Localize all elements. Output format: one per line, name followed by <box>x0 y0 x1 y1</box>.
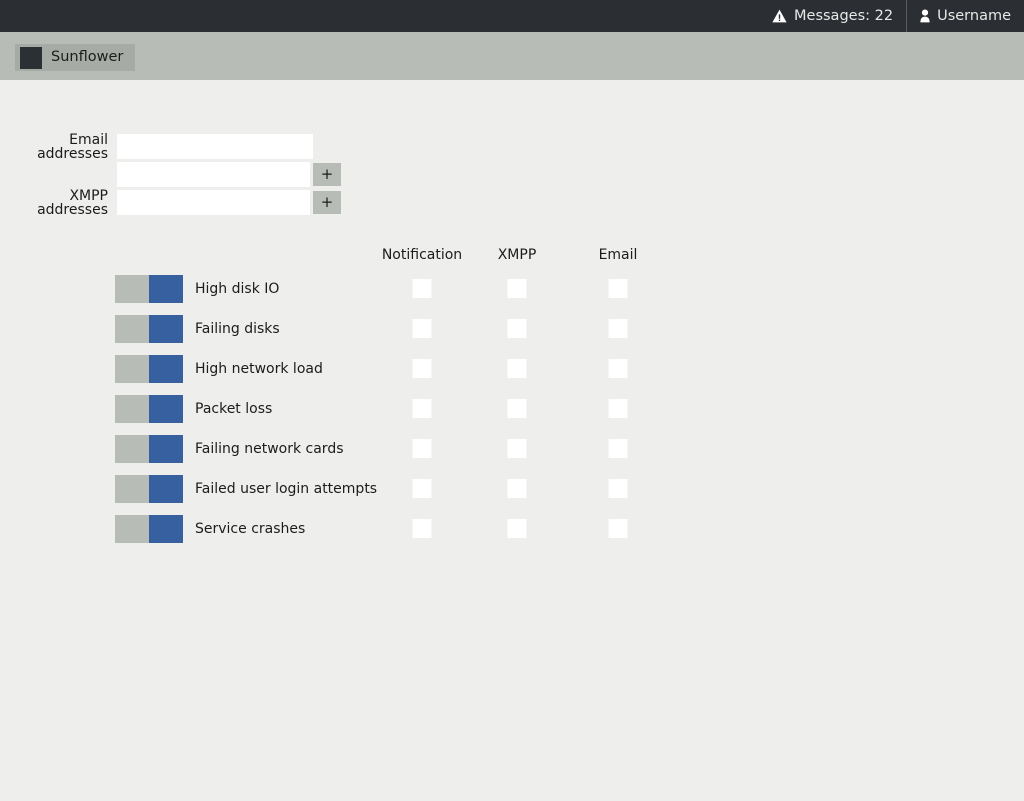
messages-indicator[interactable]: Messages: 22 <box>759 0 906 32</box>
checkbox-xmpp[interactable] <box>508 439 527 458</box>
form-row: + <box>0 161 341 188</box>
username-label: Username <box>937 9 1011 24</box>
checkbox-notification[interactable] <box>413 279 432 298</box>
column-header-notification: Notification <box>382 248 462 262</box>
alert-enable-toggle[interactable] <box>115 515 183 543</box>
alert-row-label: High network load <box>195 362 323 376</box>
add-address-button[interactable]: + <box>313 163 341 186</box>
toggle-on-half <box>149 395 183 423</box>
checkbox-email[interactable] <box>609 479 628 498</box>
column-header-email: Email <box>599 248 638 262</box>
warning-triangle-icon <box>772 9 787 23</box>
alert-enable-toggle[interactable] <box>115 355 183 383</box>
form-row: XMPP addresses + <box>0 189 341 216</box>
toggle-on-half <box>149 435 183 463</box>
alert-row-label: Failing disks <box>195 322 280 336</box>
checkbox-email[interactable] <box>609 359 628 378</box>
checkbox-notification[interactable] <box>413 439 432 458</box>
form-row-label: Email addresses <box>0 133 117 161</box>
alert-enable-toggle[interactable] <box>115 475 183 503</box>
column-header-xmpp: XMPP <box>498 248 537 262</box>
checkbox-email[interactable] <box>609 319 628 338</box>
checkbox-notification[interactable] <box>413 399 432 418</box>
input-xmpp-addresses[interactable] <box>117 190 310 215</box>
addresses-form: Email addresses + XMPP addresses + <box>0 133 341 217</box>
toggle-off-half <box>115 515 149 543</box>
checkbox-notification[interactable] <box>413 519 432 538</box>
alert-row-label: Failed user login attempts <box>195 482 377 496</box>
checkbox-notification[interactable] <box>413 479 432 498</box>
checkbox-email[interactable] <box>609 439 628 458</box>
toggle-on-half <box>149 355 183 383</box>
toggle-off-half <box>115 435 149 463</box>
toggle-on-half <box>149 475 183 503</box>
toggle-off-half <box>115 355 149 383</box>
toggle-off-half <box>115 275 149 303</box>
checkbox-notification[interactable] <box>413 359 432 378</box>
form-row-label: XMPP addresses <box>0 189 117 217</box>
toggle-off-half <box>115 395 149 423</box>
checkbox-xmpp[interactable] <box>508 399 527 418</box>
input-address-extra[interactable] <box>117 162 310 187</box>
toggle-off-half <box>115 315 149 343</box>
alert-enable-toggle[interactable] <box>115 275 183 303</box>
add-address-button[interactable]: + <box>313 191 341 214</box>
alert-enable-toggle[interactable] <box>115 315 183 343</box>
messages-label: Messages: 22 <box>794 9 893 24</box>
alert-row-label: High disk IO <box>195 282 279 296</box>
person-icon <box>920 9 930 23</box>
toggle-on-half <box>149 515 183 543</box>
checkbox-xmpp[interactable] <box>508 519 527 538</box>
checkbox-notification[interactable] <box>413 319 432 338</box>
user-menu[interactable]: Username <box>906 0 1024 32</box>
checkbox-xmpp[interactable] <box>508 359 527 378</box>
alert-row-label: Packet loss <box>195 402 272 416</box>
checkbox-email[interactable] <box>609 519 628 538</box>
top-bar: Messages: 22 Username <box>0 0 1024 32</box>
checkbox-xmpp[interactable] <box>508 319 527 338</box>
form-row: Email addresses <box>0 133 341 160</box>
toggle-on-half <box>149 275 183 303</box>
app-square-icon <box>20 47 42 69</box>
input-email-addresses[interactable] <box>117 134 313 159</box>
alert-enable-toggle[interactable] <box>115 435 183 463</box>
alert-row-label: Service crashes <box>195 522 305 536</box>
checkbox-xmpp[interactable] <box>508 479 527 498</box>
checkbox-xmpp[interactable] <box>508 279 527 298</box>
tab-sunflower[interactable]: Sunflower <box>15 44 135 71</box>
toggle-off-half <box>115 475 149 503</box>
nav-bar: Sunflower <box>0 32 1024 80</box>
checkbox-email[interactable] <box>609 399 628 418</box>
toggle-on-half <box>149 315 183 343</box>
alert-enable-toggle[interactable] <box>115 395 183 423</box>
checkbox-email[interactable] <box>609 279 628 298</box>
page-content: Email addresses + XMPP addresses + Notifica… <box>0 80 1024 801</box>
alert-row-label: Failing network cards <box>195 442 344 456</box>
tab-sunflower-label: Sunflower <box>51 50 123 65</box>
